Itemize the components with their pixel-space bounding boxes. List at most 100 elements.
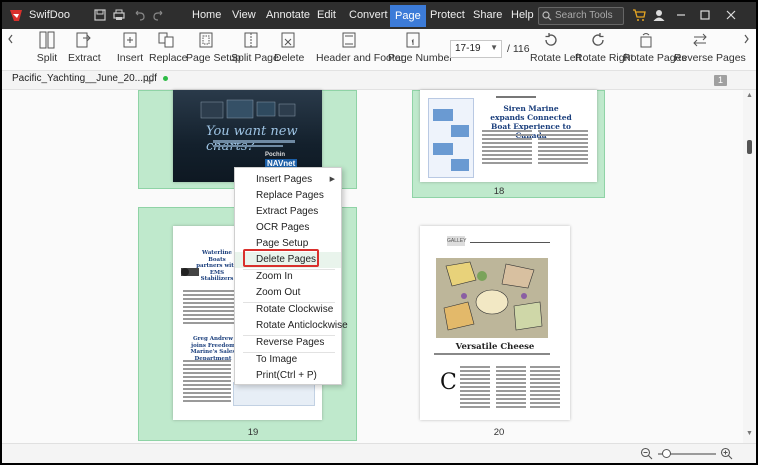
- scroll-up-icon[interactable]: ▲: [746, 92, 753, 99]
- page-20-thumbnail[interactable]: GALLEY Versatile Cheese C: [420, 226, 570, 420]
- menu-home[interactable]: Home: [186, 2, 227, 29]
- vertical-scrollbar[interactable]: ▲ ▼: [743, 90, 756, 443]
- zoom-out-icon[interactable]: [640, 447, 653, 460]
- menu-item-extract-pages[interactable]: Extract Pages: [235, 204, 341, 220]
- window-maximize-icon[interactable]: [698, 8, 712, 22]
- zoom-in-icon[interactable]: [720, 447, 733, 460]
- page-20-drop-cap: C: [440, 370, 457, 395]
- cart-icon[interactable]: [632, 8, 646, 22]
- menu-item-zoom-out[interactable]: Zoom Out: [235, 285, 341, 301]
- rotate-right-button[interactable]: Rotate Right: [575, 31, 633, 69]
- replace-icon: [158, 32, 174, 48]
- menu-item-zoom-in[interactable]: Zoom In: [235, 269, 341, 285]
- window-close-icon[interactable]: [724, 8, 738, 22]
- delete-page-icon: [281, 32, 295, 48]
- insert-button[interactable]: Insert: [116, 31, 144, 69]
- page-20-number: 20: [493, 427, 505, 438]
- search-placeholder: Search Tools: [555, 10, 613, 21]
- menu-item-insert-pages[interactable]: Insert Pages ▶: [235, 172, 341, 188]
- menu-item-replace-pages[interactable]: Replace Pages: [235, 188, 341, 204]
- insert-label: Insert: [116, 52, 144, 64]
- user-icon[interactable]: [652, 8, 666, 22]
- search-icon: [542, 11, 552, 21]
- split-page-button[interactable]: Split Page: [231, 31, 279, 69]
- menu-item-rotate-anticlockwise[interactable]: Rotate Anticlockwise: [235, 318, 348, 334]
- page-19-column-1: [183, 290, 239, 326]
- menu-page[interactable]: Page: [390, 5, 426, 27]
- split-button[interactable]: Split: [32, 31, 62, 69]
- document-tab[interactable]: Pacific_Yachting__June_20...pdf: [12, 73, 168, 90]
- menu-help[interactable]: Help: [505, 2, 540, 29]
- header-footer-button[interactable]: Header and Footer: [316, 31, 404, 69]
- toolbar-scroll-right-button[interactable]: [738, 31, 754, 69]
- chevron-right-icon: [744, 34, 749, 44]
- undo-icon[interactable]: [132, 8, 146, 22]
- menu-item-label: Insert Pages: [256, 174, 313, 185]
- swifdoo-logo-icon: [10, 10, 22, 21]
- rotate-left-icon: [545, 33, 557, 46]
- menu-item-reverse-pages[interactable]: Reverse Pages: [235, 335, 341, 351]
- rotate-pages-label: Rotate Pages: [623, 52, 687, 64]
- page-19-column-2: [183, 360, 231, 404]
- scrollbar-thumb[interactable]: [747, 140, 752, 154]
- window-minimize-icon[interactable]: [674, 8, 688, 22]
- delete-pages-highlight-box: [243, 249, 319, 267]
- submenu-arrow-icon: ▶: [329, 176, 335, 183]
- menu-edit[interactable]: Edit: [311, 2, 342, 29]
- menu-item-to-image[interactable]: To Image: [235, 352, 341, 368]
- page-setup-button[interactable]: Page Setup: [186, 31, 241, 69]
- scroll-down-icon[interactable]: ▼: [746, 430, 753, 437]
- add-tab-button[interactable]: +: [146, 73, 154, 88]
- rotate-pages-icon: [640, 33, 652, 48]
- reverse-pages-label: Reverse Pages: [674, 52, 746, 64]
- sidebar-image: [451, 125, 469, 137]
- page-20-title: Versatile Cheese: [455, 342, 535, 352]
- page-thumbnail-canvas: You want new charts? Pochin NAVnet Siren…: [2, 90, 756, 443]
- sidebar-image: [433, 143, 453, 155]
- page-range-select[interactable]: 17-19 ▼: [450, 40, 502, 58]
- replace-button[interactable]: Replace: [149, 31, 188, 69]
- ad-text-line: [213, 140, 295, 143]
- page-19-ad-box: [233, 382, 315, 406]
- print-icon[interactable]: [112, 8, 126, 22]
- page-setup-icon: [199, 32, 213, 48]
- page-number-button[interactable]: Page Number: [388, 31, 453, 69]
- delete-button[interactable]: Delete: [274, 31, 304, 69]
- zoom-slider-handle[interactable]: [662, 449, 671, 458]
- save-icon[interactable]: [93, 8, 107, 22]
- menu-annotate[interactable]: Annotate: [260, 2, 316, 29]
- rotate-left-label: Rotate Left: [530, 52, 582, 64]
- ad-text-line: [213, 145, 283, 147]
- page-18-column-1: [482, 130, 532, 166]
- page-18-header-rule: [496, 96, 536, 98]
- extract-button[interactable]: Extract: [68, 31, 101, 69]
- page-toolbar: Split Extract Insert Replace Page Setup …: [2, 29, 756, 71]
- reverse-pages-button[interactable]: Reverse Pages: [674, 31, 746, 69]
- search-tools-input[interactable]: Search Tools: [538, 7, 624, 25]
- page-18-thumbnail[interactable]: Siren Marine expands Connected Boat Expe…: [420, 90, 597, 182]
- chart-plotter-image: [200, 99, 296, 119]
- document-tab-label: Pacific_Yachting__June_20...pdf: [12, 73, 157, 84]
- menu-item-print[interactable]: Print(Ctrl + P): [235, 368, 341, 384]
- redo-icon[interactable]: [152, 8, 166, 22]
- menu-item-rotate-clockwise[interactable]: Rotate Clockwise: [235, 302, 341, 318]
- page-19-headline: Waterline Boats partners with EMS Stabil…: [196, 250, 238, 282]
- extract-label: Extract: [68, 52, 101, 64]
- menu-share[interactable]: Share: [467, 2, 508, 29]
- page-20-dek: [434, 353, 550, 355]
- page-20-column-2: [496, 366, 526, 410]
- split-page-label: Split Page: [231, 52, 279, 64]
- menu-protect[interactable]: Protect: [424, 2, 471, 29]
- rotate-left-button[interactable]: Rotate Left: [530, 31, 582, 69]
- insert-page-icon: [123, 32, 137, 48]
- reverse-pages-icon: [693, 33, 707, 47]
- page-number-icon: [406, 32, 420, 48]
- rotate-right-icon: [592, 33, 604, 46]
- tab-count-badge[interactable]: 1: [714, 75, 727, 86]
- page-20-column-1: [460, 366, 490, 410]
- menu-convert[interactable]: Convert: [343, 2, 394, 29]
- menu-view[interactable]: View: [226, 2, 262, 29]
- rotate-pages-button[interactable]: Rotate Pages: [623, 31, 687, 69]
- toolbar-scroll-left-button[interactable]: [2, 31, 20, 69]
- menu-item-ocr-pages[interactable]: OCR Pages: [235, 220, 341, 236]
